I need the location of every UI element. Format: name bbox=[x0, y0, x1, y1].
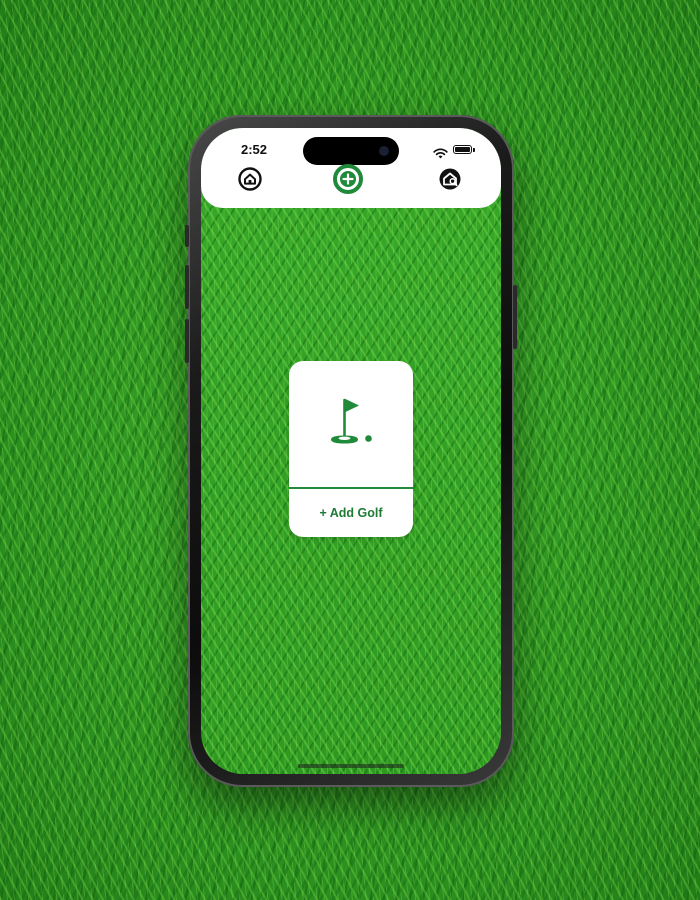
dynamic-island bbox=[303, 137, 399, 165]
home-button[interactable] bbox=[237, 167, 263, 195]
home-icon bbox=[238, 167, 262, 195]
plus-circle-icon bbox=[333, 164, 363, 198]
card-icon-area bbox=[289, 361, 413, 487]
add-golf-card[interactable]: + Add Golf bbox=[289, 361, 413, 537]
power-button bbox=[513, 285, 517, 349]
top-navigation-bar: 2:52 bbox=[201, 128, 501, 208]
map-search-icon bbox=[438, 167, 462, 195]
battery-icon bbox=[453, 145, 472, 154]
status-time: 2:52 bbox=[241, 142, 268, 157]
wifi-icon bbox=[433, 144, 448, 163]
add-button[interactable] bbox=[333, 164, 363, 194]
phone-frame: 2:52 + Add Golf bbox=[185, 115, 517, 787]
home-indicator[interactable] bbox=[298, 764, 404, 768]
action-button bbox=[185, 225, 189, 247]
volume-up-button bbox=[185, 265, 189, 309]
golf-flag-icon bbox=[325, 394, 377, 454]
map-search-button[interactable] bbox=[437, 168, 463, 194]
app-screen: 2:52 + Add Golf bbox=[201, 128, 501, 774]
front-camera bbox=[379, 146, 389, 156]
battery-tip bbox=[473, 148, 475, 152]
volume-down-button bbox=[185, 319, 189, 363]
add-golf-label: + Add Golf bbox=[319, 506, 383, 520]
